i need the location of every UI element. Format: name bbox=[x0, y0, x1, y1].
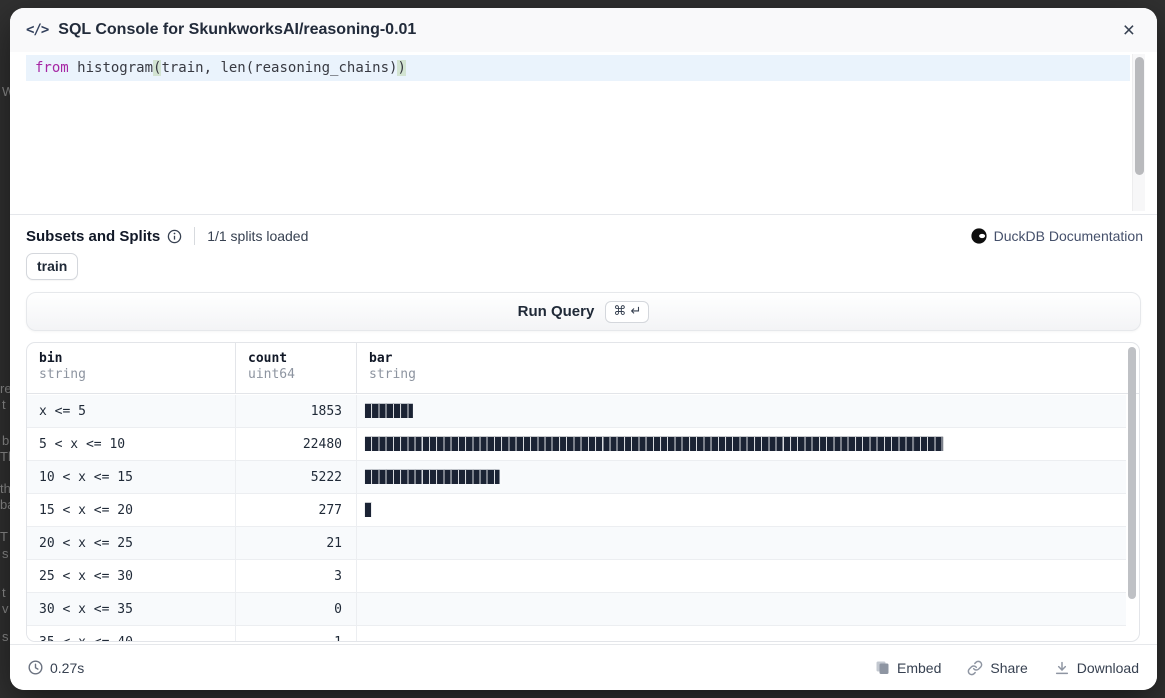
cell-bar bbox=[357, 527, 1126, 559]
histogram-bar: ██████▋ bbox=[365, 404, 416, 419]
cell-bin: 20 < x <= 25 bbox=[27, 527, 235, 559]
table-row: 5 < x <= 1022480 ████████████████████████… bbox=[27, 428, 1126, 461]
cell-count: 1 bbox=[235, 626, 357, 641]
table-row: x <= 51853 ██████▋ bbox=[27, 395, 1126, 428]
bracket-match-open: ( bbox=[153, 60, 161, 76]
share-button[interactable]: Share bbox=[967, 660, 1027, 676]
download-icon bbox=[1054, 660, 1070, 676]
table-row: 20 < x <= 2521 bbox=[27, 527, 1126, 560]
table-header: bin string count uint64 bar string bbox=[27, 343, 1139, 394]
background-fragment: s bbox=[2, 546, 9, 561]
histogram-bar: ██████████████████▋ bbox=[365, 470, 502, 485]
column-header-bar[interactable]: bar string bbox=[357, 343, 1139, 393]
splits-title: Subsets and Splits bbox=[26, 228, 160, 245]
column-header-count[interactable]: count uint64 bbox=[235, 343, 357, 393]
duckdb-icon bbox=[971, 228, 987, 244]
splits-loaded-status: 1/1 splits loaded bbox=[207, 228, 308, 244]
splits-chips: train bbox=[10, 253, 1157, 280]
copy-icon bbox=[875, 660, 890, 675]
table-row: 10 < x <= 155222 ██████████████████▋ bbox=[27, 461, 1126, 494]
clock-icon bbox=[28, 660, 43, 675]
editor-scrollbar-thumb[interactable] bbox=[1135, 57, 1144, 175]
duckdb-link-label: DuckDB Documentation bbox=[994, 228, 1143, 244]
cell-bin: 10 < x <= 15 bbox=[27, 461, 235, 493]
table-body: x <= 51853 ██████▋ 5 < x <= 1022480 ███████… bbox=[27, 395, 1126, 641]
modal-title: SQL Console for SkunkworksAI/reasoning-0… bbox=[58, 21, 416, 39]
cell-bar bbox=[357, 560, 1126, 592]
cell-bar bbox=[357, 626, 1126, 641]
sql-editor[interactable]: from histogram(train, len(reasoning_chai… bbox=[10, 52, 1157, 215]
table-scrollbar-thumb[interactable] bbox=[1128, 347, 1136, 599]
cell-bin: x <= 5 bbox=[27, 395, 235, 427]
splits-bar: Subsets and Splits 1/1 splits loaded Duc… bbox=[10, 225, 1157, 247]
split-chip-train[interactable]: train bbox=[26, 253, 78, 280]
sql-keyword: from bbox=[35, 60, 69, 76]
cell-bar bbox=[357, 593, 1126, 625]
table-scrollbar[interactable] bbox=[1127, 345, 1137, 639]
cell-count: 1853 bbox=[235, 395, 357, 427]
table-row: 15 < x <= 20277 ▉ bbox=[27, 494, 1126, 527]
background-fragment: s bbox=[2, 629, 9, 644]
cell-count: 3 bbox=[235, 560, 357, 592]
info-icon[interactable] bbox=[167, 229, 182, 244]
footer-actions: Embed Share Download bbox=[875, 660, 1139, 676]
bracket-match-close: ) bbox=[397, 60, 405, 76]
background-fragment: T bbox=[0, 529, 8, 544]
cell-count: 277 bbox=[235, 494, 357, 526]
table-row: 35 < x <= 401 bbox=[27, 626, 1126, 641]
query-duration: 0.27s bbox=[28, 660, 84, 676]
keyboard-shortcut-badge: ⌘ ↵ bbox=[605, 301, 649, 323]
cell-bin: 35 < x <= 40 bbox=[27, 626, 235, 641]
modal-header: </> SQL Console for SkunkworksAI/reasoni… bbox=[10, 8, 1157, 52]
table-row: 30 < x <= 350 bbox=[27, 593, 1126, 626]
cell-count: 21 bbox=[235, 527, 357, 559]
column-header-bin[interactable]: bin string bbox=[27, 343, 235, 393]
results-table: bin string count uint64 bar string x <= … bbox=[26, 342, 1140, 642]
background-fragment: b bbox=[2, 433, 9, 448]
cell-count: 5222 bbox=[235, 461, 357, 493]
divider bbox=[194, 227, 195, 245]
cell-count: 22480 bbox=[235, 428, 357, 460]
background-fragment: t bbox=[2, 397, 6, 412]
background-fragment: v bbox=[2, 601, 9, 616]
histogram-bar: ▉ bbox=[365, 503, 372, 518]
table-row: 25 < x <= 303 bbox=[27, 560, 1126, 593]
run-query-label: Run Query bbox=[518, 303, 595, 320]
cell-bar: ██████████████████▋ bbox=[357, 461, 1126, 493]
sql-args: train, len(reasoning_chains bbox=[161, 60, 389, 76]
download-icon-button[interactable]: Download bbox=[1054, 660, 1139, 676]
cell-bar: ████████████████████████████████████████… bbox=[357, 428, 1126, 460]
sql-console-modal: </> SQL Console for SkunkworksAI/reasoni… bbox=[10, 8, 1157, 690]
embed-button[interactable]: Embed bbox=[875, 660, 941, 676]
duckdb-documentation-link[interactable]: DuckDB Documentation bbox=[971, 228, 1143, 244]
histogram-bar: ████████████████████████████████████████… bbox=[365, 437, 943, 452]
modal-footer: 0.27s Embed Share Download bbox=[10, 644, 1157, 690]
cell-bin: 5 < x <= 10 bbox=[27, 428, 235, 460]
sql-function: histogram bbox=[77, 60, 153, 76]
background-fragment: t bbox=[2, 585, 6, 600]
run-query-button[interactable]: Run Query ⌘ ↵ bbox=[26, 292, 1141, 331]
cell-count: 0 bbox=[235, 593, 357, 625]
cell-bin: 30 < x <= 35 bbox=[27, 593, 235, 625]
code-icon: </> bbox=[26, 22, 48, 38]
close-icon[interactable]: × bbox=[1117, 18, 1141, 43]
editor-active-line: from histogram(train, len(reasoning_chai… bbox=[26, 55, 1130, 81]
editor-scrollbar[interactable] bbox=[1132, 54, 1145, 211]
cell-bin: 25 < x <= 30 bbox=[27, 560, 235, 592]
link-icon bbox=[967, 660, 983, 676]
duration-value: 0.27s bbox=[50, 660, 84, 676]
cell-bin: 15 < x <= 20 bbox=[27, 494, 235, 526]
cell-bar: ██████▋ bbox=[357, 395, 1126, 427]
cell-bar: ▉ bbox=[357, 494, 1126, 526]
